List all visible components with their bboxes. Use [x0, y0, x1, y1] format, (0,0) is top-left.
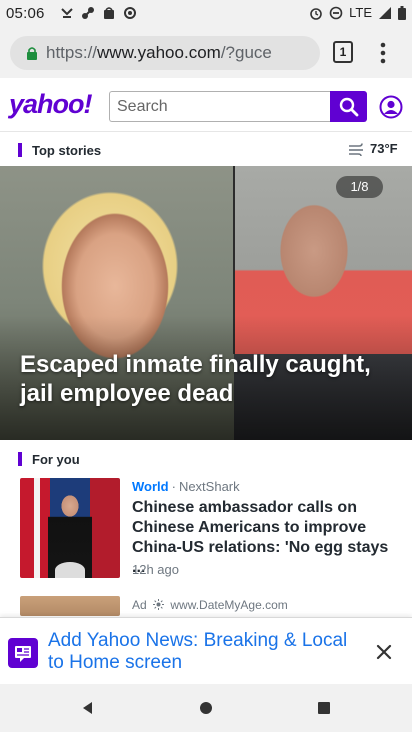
ad-meta: Ad www.DateMyAge.com — [132, 598, 288, 612]
add-to-home-banner[interactable]: Add Yahoo News: Breaking & Local to Home… — [0, 617, 412, 684]
close-icon[interactable] — [374, 642, 394, 662]
yahoo-news-app-icon — [8, 638, 38, 668]
hero-headline[interactable]: Escaped inmate finally caught, jail empl… — [20, 350, 400, 408]
battery-icon — [398, 5, 406, 20]
search-button[interactable] — [330, 91, 367, 122]
hero-story[interactable]: 1/8 Escaped inmate finally caught, jail … — [0, 166, 412, 440]
recents-icon[interactable] — [314, 698, 334, 718]
tab-switcher-button[interactable]: 1 — [333, 41, 353, 63]
yahoo-header: yahoo! — [0, 80, 412, 132]
missed-call-icon — [61, 8, 73, 18]
search-box[interactable] — [109, 91, 330, 122]
search-icon — [339, 97, 359, 117]
slide-counter: 1/8 — [336, 176, 383, 198]
list-item[interactable]: World · NextShark Chinese ambassador calls… — [20, 478, 400, 578]
ad-thumbnail[interactable] — [20, 596, 120, 616]
story-timestamp: 12h ago — [132, 562, 179, 577]
news-icon — [15, 646, 31, 662]
system-navigation-bar — [0, 684, 412, 732]
network-type: LTE — [349, 5, 372, 20]
ad-label: Ad — [132, 598, 147, 612]
story-category[interactable]: World — [132, 479, 169, 494]
ad-item[interactable]: Ad www.DateMyAge.com — [20, 596, 400, 616]
status-bar: 05:06 LTE — [0, 0, 412, 28]
search-input[interactable] — [110, 92, 330, 121]
back-icon[interactable] — [78, 698, 98, 718]
ad-source[interactable]: www.DateMyAge.com — [170, 598, 287, 612]
add-to-home-text[interactable]: Add Yahoo News: Breaking & Local to Home… — [48, 630, 358, 674]
link-icon — [82, 7, 94, 19]
lock-icon[interactable] — [26, 46, 38, 60]
ad-choices-icon[interactable] — [153, 599, 165, 610]
address-bar[interactable]: https://www.yahoo.com/?guce — [10, 36, 320, 70]
signal-icon — [379, 6, 391, 19]
status-time: 05:06 — [6, 5, 45, 22]
url-text[interactable]: https://www.yahoo.com/?guce — [46, 43, 314, 63]
top-stories-label: Top stories — [32, 142, 102, 158]
browser-toolbar: https://www.yahoo.com/?guce 1 — [0, 28, 412, 78]
home-icon[interactable] — [196, 698, 216, 718]
more-options-icon[interactable] — [375, 40, 391, 66]
yahoo-logo[interactable]: yahoo! — [9, 89, 93, 120]
weather-widget[interactable]: 73°F — [348, 141, 398, 156]
for-you-label: For you — [32, 451, 80, 467]
for-you-header: For you — [18, 451, 80, 467]
account-icon[interactable] — [379, 95, 403, 119]
do-not-disturb-icon — [329, 6, 343, 19]
story-thumbnail[interactable] — [20, 478, 120, 578]
temperature: 73°F — [370, 141, 398, 156]
alarm-icon — [310, 7, 322, 20]
sync-icon — [124, 7, 136, 19]
wind-icon — [349, 142, 363, 156]
story-meta: World · NextShark — [132, 479, 240, 494]
bag-icon — [104, 7, 114, 19]
story-source: NextShark — [178, 479, 240, 494]
top-stories-header: Top stories — [18, 142, 101, 158]
